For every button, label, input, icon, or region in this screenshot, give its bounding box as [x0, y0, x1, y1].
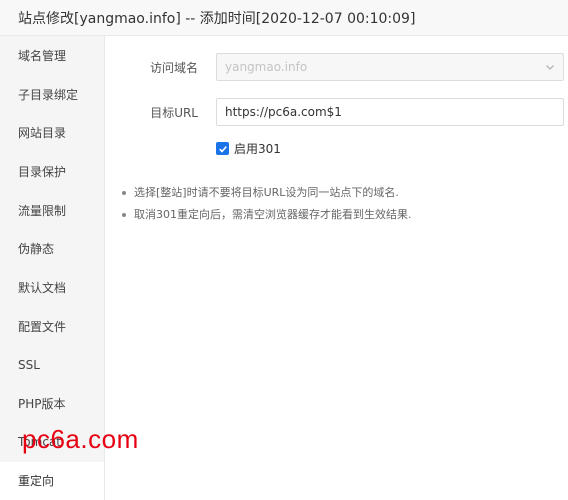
sidebar-item-label: SSL [18, 357, 40, 372]
sidebar-item-label: 目录保护 [18, 164, 67, 179]
sidebar-item-label: PHP版本 [18, 397, 66, 412]
domain-select[interactable]: yangmao.info [216, 53, 564, 81]
sidebar-item-dir-protect[interactable]: 目录保护 [0, 152, 104, 191]
target-url-input[interactable] [216, 98, 564, 126]
enable-301-row: 启用301 [216, 140, 281, 157]
domain-row: 访问域名 [106, 53, 198, 81]
target-url-label: 目标URL [150, 105, 198, 120]
sidebar-item-label: 网站目录 [18, 126, 67, 141]
sidebar-item-site-dir[interactable]: 网站目录 [0, 113, 104, 152]
check-icon [218, 145, 227, 153]
redirect-panel: 访问域名 yangmao.info 目标URL 启用301 选择[整站]时请不要… [106, 36, 568, 500]
watermark: pc6a.com [22, 424, 139, 454]
window-title: 站点修改[yangmao.info] -- 添加时间[2020-12-07 00… [18, 10, 416, 27]
domain-select-value: yangmao.info [225, 60, 308, 74]
list-item: 选择[整站]时请不要将目标URL设为同一站点下的域名. [120, 182, 412, 204]
sidebar-item-subdir[interactable]: 子目录绑定 [0, 75, 104, 114]
sidebar-item-label: 默认文档 [18, 280, 67, 295]
sidebar-item-ssl[interactable]: SSL [0, 346, 104, 385]
sidebar-item-config-file[interactable]: 配置文件 [0, 307, 104, 346]
list-item: 取消301重定向后，需清空浏览器缓存才能看到生效结果. [120, 204, 412, 226]
help-notes: 选择[整站]时请不要将目标URL设为同一站点下的域名. 取消301重定向后，需清… [120, 182, 412, 226]
domain-label: 访问域名 [149, 60, 198, 75]
enable-301-checkbox[interactable] [216, 142, 229, 155]
enable-301-label: 启用301 [234, 142, 281, 156]
chevron-down-icon [546, 65, 554, 70]
target-row: 目标URL [106, 98, 198, 126]
sidebar-item-php-version[interactable]: PHP版本 [0, 384, 104, 423]
sidebar-item-label: 伪静态 [18, 242, 55, 257]
sidebar-item-default-doc[interactable]: 默认文档 [0, 268, 104, 307]
sidebar-item-label: 配置文件 [18, 319, 67, 334]
sidebar-item-traffic-limit[interactable]: 流量限制 [0, 191, 104, 230]
sidebar-item-label: 重定向 [18, 474, 55, 489]
sidebar-item-domain[interactable]: 域名管理 [0, 36, 104, 75]
sidebar-item-label: 子目录绑定 [18, 87, 79, 102]
sidebar-item-redirect[interactable]: 重定向 [0, 461, 104, 500]
sidebar-item-label: 流量限制 [18, 203, 67, 218]
sidebar-item-label: 域名管理 [18, 48, 67, 63]
sidebar-item-rewrite[interactable]: 伪静态 [0, 229, 104, 268]
window-title-bar: 站点修改[yangmao.info] -- 添加时间[2020-12-07 00… [0, 0, 568, 36]
